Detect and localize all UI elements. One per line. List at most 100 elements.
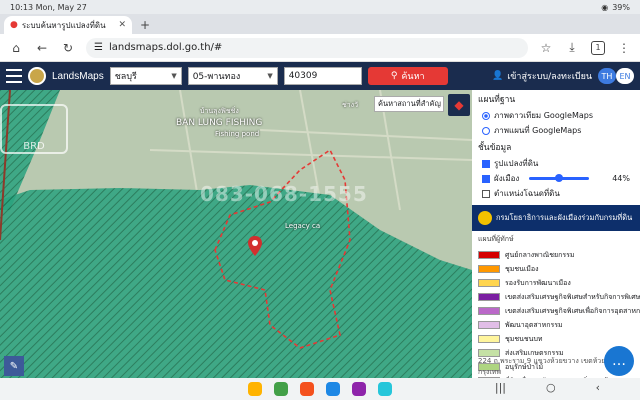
legend-swatch — [478, 293, 500, 301]
map-label: Legacy ca — [285, 222, 321, 230]
chevron-down-icon: ▼ — [267, 72, 273, 80]
checkbox-checked[interactable] — [482, 174, 490, 183]
checkbox-checked[interactable] — [482, 159, 490, 168]
basemap-satellite-option[interactable]: ภาพดาวเทียม GoogleMaps — [472, 108, 640, 123]
back-button-icon[interactable]: ‹ — [596, 381, 600, 394]
layer-parcel-option[interactable]: รูปแปลงที่ดิน — [472, 156, 640, 171]
download-icon[interactable]: ⤓ — [564, 40, 580, 56]
legend-item: เขตส่งเสริมเศรษฐกิจพิเศษเพื่อกิจการอุตสา… — [472, 304, 640, 318]
app-logo — [28, 67, 46, 85]
browser-tab-strip: ● ระบบค้นหารูปแปลงที่ดิน ✕ + — [0, 14, 640, 34]
legend-label: พัฒนาอุตสาหกรรม — [505, 320, 563, 329]
legend-item: ชุมชนชนบท — [472, 332, 640, 346]
chevron-down-icon: ▼ — [171, 72, 177, 80]
checkbox-unchecked[interactable] — [482, 189, 490, 198]
new-tab-button[interactable]: + — [136, 16, 154, 34]
layer-zoning-option[interactable]: ผังเมือง 44% — [472, 171, 640, 186]
url-text: landsmaps.dol.go.th/# — [108, 42, 223, 53]
home-button-icon[interactable]: ○ — [546, 381, 556, 394]
user-icon: 👤 — [491, 71, 504, 81]
back-icon[interactable]: ← — [34, 40, 50, 56]
opacity-slider[interactable] — [529, 174, 590, 182]
lang-en-button[interactable]: EN — [616, 68, 634, 84]
legend-swatch — [478, 265, 500, 273]
system-status-bar: 10:13 Mon, May 27 ◉ 39% — [0, 0, 640, 14]
home-icon[interactable]: ⌂ — [8, 40, 24, 56]
legend-item: พัฒนาอุตสาหกรรม — [472, 318, 640, 332]
date: Mon, May 27 — [35, 2, 87, 12]
browser-tab[interactable]: ● ระบบค้นหารูปแปลงที่ดิน ✕ — [4, 16, 132, 34]
legend-label: เขตส่งเสริมเศรษฐกิจพิเศษสำหรับกิจการพิเศ… — [505, 292, 640, 301]
map-label: ช่างวั — [342, 101, 359, 109]
battery-level: 39% — [612, 2, 630, 12]
tab-count-button[interactable]: 1 — [590, 40, 606, 56]
legend-item: ศูนย์กลางพาณิชยกรรม — [472, 248, 640, 262]
basemap-title: แผนที่ฐาน — [478, 95, 516, 105]
legend-item: ชุมชนเมือง — [472, 262, 640, 276]
location-pin-icon[interactable] — [248, 236, 262, 256]
map-canvas[interactable]: BRD 083-068-1555 บ้านลุงฟิชชิ่ง BAN LUNG… — [0, 90, 472, 378]
legend-title: แผนที่ผู้ทักษ์ — [478, 235, 514, 243]
chat-fab-button[interactable]: … — [604, 346, 634, 376]
department-emblem — [478, 211, 492, 225]
language-toggle: TH EN — [598, 68, 634, 84]
opacity-value: 44% — [612, 174, 630, 183]
search-icon: ⚲ — [390, 71, 398, 81]
parcel-number-input[interactable]: 40309 — [283, 67, 362, 85]
district-value: 05-พานทอง — [192, 72, 241, 82]
legend-label: ชุมชนเมือง — [505, 264, 539, 273]
legend-label: ชุมชนชนบท — [505, 334, 543, 343]
close-tab-icon[interactable]: ✕ — [118, 20, 126, 30]
site-info-icon[interactable]: ☰ — [94, 42, 103, 53]
basemap-map-option[interactable]: ภาพแผนที่ GoogleMaps — [472, 123, 640, 138]
contacts-app-icon[interactable] — [300, 382, 314, 396]
legend-item: เขตส่งเสริมเศรษฐกิจพิเศษสำหรับกิจการพิเศ… — [472, 290, 640, 304]
app-brand: LandsMaps — [52, 70, 104, 82]
legend-label: รองรับการพัฒนาเมือง — [505, 278, 571, 287]
recents-icon[interactable]: ||| — [495, 381, 506, 394]
layers-title: ชั้นข้อมูล — [478, 143, 512, 153]
hamburger-menu-icon[interactable] — [6, 69, 22, 83]
clock: 10:13 — [10, 2, 34, 12]
lang-th-button[interactable]: TH — [598, 68, 616, 84]
address-toolbar: ⌂ ← ↻ ☰ landsmaps.dol.go.th/# ☆ ⤓ 1 ⋮ — [0, 34, 640, 62]
login-link[interactable]: 👤 เข้าสู่ระบบ/ลงทะเบียน — [492, 69, 592, 83]
messages-app-icon[interactable] — [326, 382, 340, 396]
radio-selected[interactable] — [482, 111, 490, 120]
draw-tool-icon[interactable]: ✎ — [4, 356, 24, 376]
app-header: LandsMaps ชลบุรี ▼ 05-พานทอง ▼ 40309 ⚲ ค้น… — [0, 62, 640, 90]
more-menu-icon[interactable]: ⋮ — [616, 40, 632, 56]
gallery-app-icon[interactable] — [378, 382, 392, 396]
refresh-icon[interactable]: ↻ — [60, 40, 76, 56]
legend-label: ศูนย์กลางพาณิชยกรรม — [505, 250, 575, 259]
legend-swatch — [478, 321, 500, 329]
bookmark-star-icon[interactable]: ☆ — [538, 40, 554, 56]
files-app-icon[interactable] — [248, 382, 262, 396]
phone-app-icon[interactable] — [274, 382, 288, 396]
internet-app-icon[interactable] — [352, 382, 366, 396]
search-button[interactable]: ⚲ ค้นหา — [367, 67, 448, 85]
legend-swatch — [478, 279, 500, 287]
map-label: BAN LUNG FISHING — [176, 118, 263, 128]
department-banner: กรมโยธาธิการและผังเมืองร่วมกับกรมที่ดิน — [472, 205, 640, 231]
tab-title: ระบบค้นหารูปแปลงที่ดิน — [21, 20, 106, 30]
location-pin-icon: ● — [10, 20, 18, 30]
legend-swatch — [478, 335, 500, 343]
layer-panel: แผนที่ฐาน ภาพดาวเทียม GoogleMaps ภาพแผนท… — [472, 90, 640, 378]
map-label: บ้านลุงฟิชชิ่ง — [200, 107, 239, 115]
layers-icon[interactable]: ◆ — [448, 94, 470, 116]
radio-unselected[interactable] — [482, 126, 490, 135]
layer-office-option[interactable]: ตำแหน่งโฉนดที่ดิน — [472, 186, 640, 201]
system-nav-bar: ||| ○ ‹ — [0, 378, 640, 400]
legend-swatch — [478, 251, 500, 259]
place-search-input[interactable]: ค้นหาสถานที่สำคัญ — [374, 96, 444, 112]
url-field[interactable]: ☰ landsmaps.dol.go.th/# — [86, 37, 528, 58]
province-value: ชลบุรี — [114, 72, 137, 82]
province-select[interactable]: ชลบุรี ▼ — [109, 67, 182, 85]
watermark-logo: BRD — [0, 104, 68, 154]
district-select[interactable]: 05-พานทอง ▼ — [187, 67, 278, 85]
watermark-phone: 083-068-1555 — [200, 182, 368, 206]
parcel-number-value: 40309 — [288, 71, 318, 81]
legend-item: รองรับการพัฒนาเมือง — [472, 276, 640, 290]
legend-swatch — [478, 307, 500, 315]
